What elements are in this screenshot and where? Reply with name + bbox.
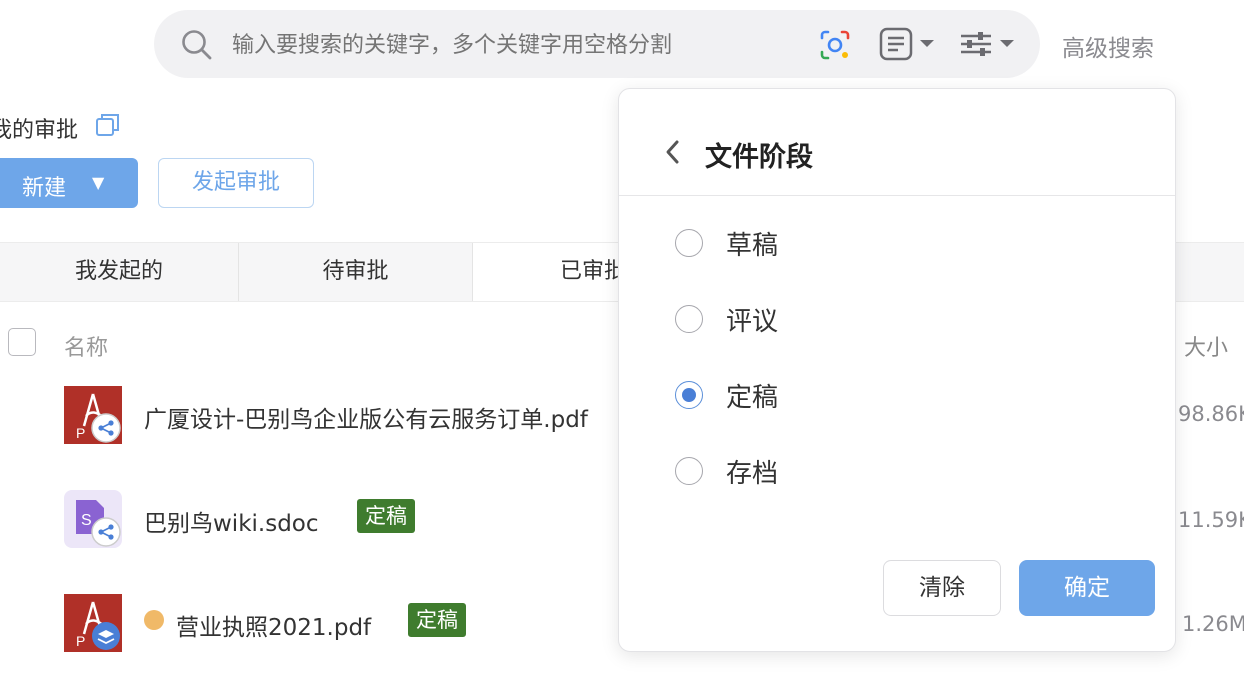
search-icon[interactable] xyxy=(180,28,214,62)
tab-pending[interactable]: 待审批 xyxy=(239,243,473,301)
page-title: 我的审批 xyxy=(0,118,79,142)
popup-title: 文件阶段 xyxy=(705,142,813,173)
caret-down-icon: ▼ xyxy=(92,173,105,192)
file-size: 11.59K xyxy=(1178,508,1244,532)
new-button[interactable]: 新建 ▼ xyxy=(0,158,138,208)
chevron-left-icon[interactable] xyxy=(663,139,683,165)
radio-button-checked[interactable] xyxy=(675,381,703,409)
select-all-checkbox[interactable] xyxy=(8,328,36,356)
popup-header: 文件阶段 xyxy=(619,89,1175,196)
clear-button[interactable]: 清除 xyxy=(883,560,1001,616)
option-label: 定稿 xyxy=(726,383,779,413)
stage-badge: 定稿 xyxy=(357,499,415,533)
search-input[interactable] xyxy=(230,26,804,64)
radio-button[interactable] xyxy=(675,305,703,333)
copy-icon[interactable] xyxy=(95,112,121,138)
option-label: 草稿 xyxy=(726,231,779,261)
status-dot xyxy=(144,610,164,630)
file-name[interactable]: 广厦设计-巴别鸟企业版公有云服务订单.pdf xyxy=(144,400,588,434)
svg-text:P: P xyxy=(76,633,85,649)
file-size: 1.26M xyxy=(1182,612,1244,636)
svg-text:S: S xyxy=(81,512,92,529)
file-stage-popup: 文件阶段 草稿 评议 定稿 存档 清除 确定 xyxy=(618,88,1176,652)
pdf-layers-icon: P xyxy=(64,594,122,652)
sliders-icon[interactable] xyxy=(958,26,1022,62)
file-name[interactable]: 营业执照2021.pdf xyxy=(176,608,371,642)
file-name[interactable]: 巴别鸟wiki.sdoc xyxy=(144,504,319,538)
search-bar xyxy=(154,10,1040,78)
radio-button[interactable] xyxy=(675,457,703,485)
column-size[interactable]: 大小 xyxy=(1184,330,1228,362)
radio-button[interactable] xyxy=(675,229,703,257)
sdoc-share-icon: S xyxy=(64,490,122,548)
camera-icon[interactable] xyxy=(818,28,852,62)
pdf-share-icon: P xyxy=(64,386,122,444)
svg-text:P: P xyxy=(76,425,85,441)
confirm-button[interactable]: 确定 xyxy=(1019,560,1155,616)
page-title-clip: 我的审批 xyxy=(0,112,80,142)
stage-badge: 定稿 xyxy=(408,603,466,637)
new-button-label: 新建 xyxy=(22,176,67,201)
start-approval-button[interactable]: 发起审批 xyxy=(158,158,314,208)
option-label: 存档 xyxy=(726,459,779,489)
option-label: 评议 xyxy=(726,307,779,337)
column-name[interactable]: 名称 xyxy=(64,330,108,362)
list-filter-icon[interactable] xyxy=(878,26,938,62)
file-size: 98.86K xyxy=(1178,402,1244,426)
advanced-search-link[interactable]: 高级搜索 xyxy=(1062,29,1154,63)
tab-initiated[interactable]: 我发起的 xyxy=(0,243,239,301)
